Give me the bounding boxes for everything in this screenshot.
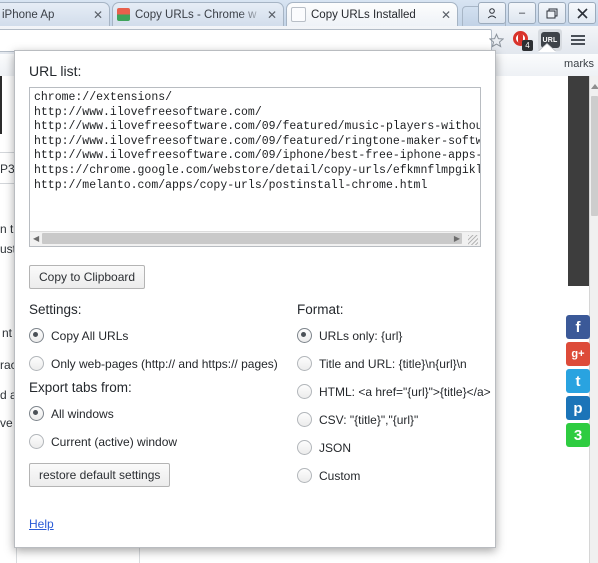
google-plus-icon[interactable]: g+ [566,342,590,366]
radio-format-title-and-url[interactable]: Title and URL: {title}\n{url}\n [297,356,467,371]
popup-pointer-arrow [538,44,556,52]
tab-copy-urls-installed[interactable]: Copy URLs Installed ✕ [286,2,458,26]
page-text-mp3: P3 [0,162,15,176]
radio-label: Custom [319,468,361,483]
minimize-icon: – [518,7,526,19]
close-button[interactable] [568,2,596,24]
person-icon [487,7,497,18]
copy-urls-popup: URL list: chrome://extensions/ http://ww… [14,50,496,548]
browser-window: st Free iPhone Ap ✕ Copy URLs - Chrome w… [0,0,598,563]
scroll-right-arrow-icon[interactable]: ▶ [454,235,460,243]
google-plus-glyph: g+ [571,348,585,360]
document-favicon [291,7,306,22]
bookmarks-label[interactable]: marks [564,58,594,70]
url-list-textarea[interactable]: chrome://extensions/ http://www.ilovefre… [29,87,481,247]
page-dark-block-left [0,76,2,134]
bookmark-star-icon[interactable] [486,30,506,50]
restore-button[interactable] [538,2,566,24]
tab-label: st Free iPhone Ap [0,8,55,21]
share-glyph: 3 [573,426,583,444]
page-dark-rail-right [568,76,589,286]
radio-format-custom[interactable]: Custom [297,468,360,483]
pinterest-glyph: p [573,399,583,417]
radio-button-icon[interactable] [29,434,44,449]
radio-button-icon[interactable] [297,412,312,427]
page-scrollbar-thumb[interactable] [591,96,598,216]
url-list-text[interactable]: chrome://extensions/ http://www.ilovefre… [34,91,480,226]
adblock-extension-icon[interactable]: 4 [512,30,533,51]
radio-label: HTML: <a href="{url}">{title}</a> [319,384,491,399]
adblock-glyph: 4 [513,31,533,51]
page-scrollbar[interactable] [589,76,598,563]
adblock-count-badge: 4 [522,40,533,51]
radio-button-icon[interactable] [297,440,312,455]
radio-format-urls-only[interactable]: URLs only: {url} [297,328,402,343]
radio-only-web-pages[interactable]: Only web-pages (http:// and https:// pag… [29,356,278,371]
radio-label: All windows [51,406,114,421]
scroll-left-arrow-icon[interactable]: ◀ [33,235,39,243]
radio-label: Title and URL: {title}\n{url}\n [319,356,467,371]
page-text-frag7: ve [0,416,13,430]
radio-label: JSON [319,440,352,455]
twitter-glyph: t [575,372,581,390]
pinterest-icon[interactable]: p [566,396,590,420]
textarea-horizontal-scrollbar[interactable]: ◀ ▶ [30,231,480,246]
page-text-frag4: nt [2,326,13,340]
tab-close-icon[interactable]: ✕ [265,9,279,21]
tab-copy-urls-chrome-webstore[interactable]: Copy URLs - Chrome w ✕ [112,2,284,26]
share-icon[interactable]: 3 [566,423,590,447]
radio-label: Only web-pages (http:// and https:// pag… [51,356,278,371]
radio-button-icon[interactable] [29,328,44,343]
tab-close-icon[interactable]: ✕ [439,9,453,21]
radio-button-icon[interactable] [297,384,312,399]
facebook-glyph: f [575,318,581,336]
export-tabs-heading: Export tabs from: [29,380,132,395]
url-list-label: URL list: [29,63,82,79]
textarea-scroll-thumb[interactable] [42,233,462,244]
account-button[interactable] [478,2,506,24]
menu-bar-2 [571,39,585,41]
page-text-frag2: n t [0,222,14,236]
radio-button-icon[interactable] [29,356,44,371]
chrome-webstore-favicon [117,8,130,21]
menu-bar-3 [571,43,585,45]
radio-label: CSV: "{title}","{url}" [319,412,419,427]
format-heading: Format: [297,302,344,317]
radio-format-csv[interactable]: CSV: "{title}","{url}" [297,412,418,427]
restore-icon [546,8,558,18]
star-glyph [488,32,504,48]
help-link[interactable]: Help [29,517,54,531]
textarea-resize-grip[interactable] [468,235,478,245]
tab-close-icon[interactable]: ✕ [91,9,105,21]
tab-strip: st Free iPhone Ap ✕ Copy URLs - Chrome w… [0,0,598,27]
tab-ilovefreesoftware[interactable]: st Free iPhone Ap ✕ [0,2,110,26]
radio-format-html[interactable]: HTML: <a href="{url}">{title}</a> [297,384,491,399]
radio-all-windows[interactable]: All windows [29,406,114,421]
settings-heading: Settings: [29,302,82,317]
radio-label: Copy All URLs [51,328,129,343]
tab-label: Copy URLs Installed [311,8,416,21]
radio-copy-all-urls[interactable]: Copy All URLs [29,328,128,343]
radio-button-icon[interactable] [29,406,44,421]
radio-label: URLs only: {url} [319,328,403,343]
restore-default-settings-button[interactable]: restore default settings [29,463,171,487]
scroll-up-arrow-icon[interactable] [591,84,598,89]
twitter-icon[interactable]: t [566,369,590,393]
radio-button-icon[interactable] [297,468,312,483]
menu-bar-1 [571,35,585,37]
copy-to-clipboard-button[interactable]: Copy to Clipboard [29,265,146,289]
radio-label: Current (active) window [51,434,178,449]
minimize-button[interactable]: – [508,2,536,24]
radio-format-json[interactable]: JSON [297,440,351,455]
radio-button-icon[interactable] [297,356,312,371]
tab-label: Copy URLs - Chrome w [135,8,257,21]
window-controls: – [478,2,596,24]
address-bar[interactable] [0,29,492,52]
close-icon [576,7,588,19]
radio-button-icon[interactable] [297,328,312,343]
chrome-menu-icon[interactable] [568,30,588,50]
radio-current-window[interactable]: Current (active) window [29,434,177,449]
facebook-icon[interactable]: f [566,315,590,339]
